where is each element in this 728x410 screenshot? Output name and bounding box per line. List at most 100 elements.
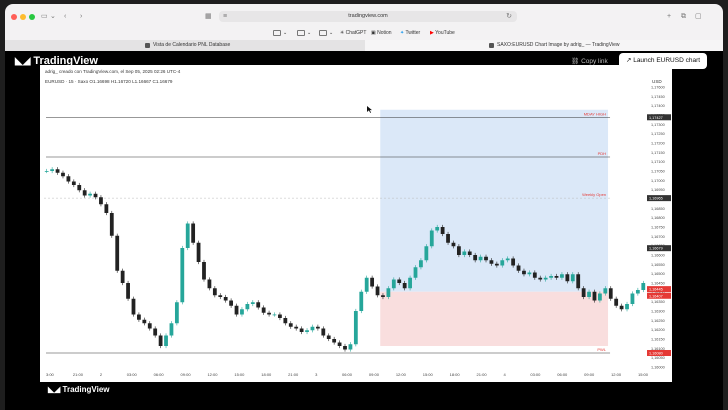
y-tick-label: 1,16500: [651, 272, 665, 276]
candle-body: [375, 286, 380, 296]
candle-body: [505, 258, 510, 261]
chart-image: adrig_ creado con TradingView.com, el Se…: [40, 65, 672, 382]
x-tick-label: 12:00: [207, 372, 218, 377]
grid-icon[interactable]: ▦: [205, 13, 212, 21]
candle-body: [630, 293, 635, 304]
candle-body: [429, 230, 434, 247]
candle-body: [576, 274, 581, 289]
candle-body: [250, 302, 255, 304]
y-tick-label: 1,17050: [651, 170, 665, 174]
candle-body: [82, 190, 87, 196]
y-tick-label: 1,17250: [651, 132, 665, 136]
forward-arrow-icon[interactable]: ›: [80, 13, 82, 21]
maximize-window-button[interactable]: [29, 14, 35, 20]
bookmark-youtube[interactable]: ▶ YouTube: [430, 29, 455, 37]
y-tick-label: 1,16200: [651, 328, 665, 332]
copy-link-button[interactable]: ⛓ Copy link: [571, 57, 608, 65]
candle-body: [532, 272, 537, 278]
y-tick-label: 1,16150: [651, 338, 665, 342]
bookmarks-bar: ⌄ ⌄ ⌄ ✳ ChatGPT ▣ Notion ✦ Twitter ▶ You…: [5, 26, 723, 40]
tradingview-logo-icon: ◣◢: [48, 385, 63, 394]
candle-body: [527, 272, 532, 275]
folder-icon: [319, 29, 327, 36]
candle-body: [641, 283, 646, 290]
y-tick-label: 1,16850: [651, 207, 665, 211]
candle-body: [435, 227, 440, 231]
back-arrow-icon[interactable]: ‹: [64, 13, 66, 21]
candle-body: [77, 185, 82, 191]
x-tick-label: 18:00: [450, 372, 461, 377]
candle-body: [142, 319, 147, 324]
candle-body: [484, 256, 488, 261]
candle-body: [608, 288, 613, 299]
candle-body: [104, 204, 109, 213]
new-tab-icon[interactable]: +: [667, 13, 671, 21]
x-tick-label: 03:00: [530, 372, 541, 377]
candle-body: [625, 304, 629, 310]
candle-body: [554, 276, 559, 278]
candle-body: [467, 251, 472, 255]
tab-tradingview[interactable]: SAXO:EURUSD Chart Image by adrig_ — Trad…: [365, 40, 723, 51]
sidebar-toggle-icon[interactable]: ▭: [41, 13, 48, 21]
price-tag-label: 1,16965: [649, 197, 663, 201]
x-tick-label: 18:00: [261, 372, 272, 377]
candle-body: [614, 298, 619, 306]
y-tick-label: 1,17450: [651, 95, 665, 99]
tab-overview-icon[interactable]: ⧉: [681, 13, 686, 21]
candle-body: [522, 270, 526, 275]
candle-body: [88, 193, 92, 196]
bookmark-folder-1[interactable]: ⌄: [273, 29, 287, 37]
bookmark-notion[interactable]: ▣ Notion: [371, 29, 392, 37]
bookmark-folder-3[interactable]: ⌄: [319, 29, 333, 37]
candle-body: [185, 223, 190, 248]
range-box-blue: [380, 109, 609, 292]
reload-icon[interactable]: ↻: [506, 13, 512, 21]
candle-body: [408, 277, 412, 289]
y-tick-label: 1,16000: [651, 366, 665, 370]
bookmark-chatgpt[interactable]: ✳ ChatGPT: [340, 29, 366, 37]
candle-body: [223, 297, 228, 301]
candle-body: [381, 295, 385, 297]
candle-body: [261, 307, 266, 313]
candle-body: [288, 323, 293, 327]
x-tick-label: 4: [503, 372, 506, 377]
level-label: PDH: [598, 151, 607, 156]
tab-calendar[interactable]: Vista de Calendario PNL Database: [5, 40, 374, 51]
candle-body: [120, 270, 125, 283]
close-window-button[interactable]: [11, 14, 17, 20]
candle-body: [419, 260, 423, 268]
minimize-window-button[interactable]: [20, 14, 26, 20]
chevron-down-icon[interactable]: ⌄: [50, 13, 56, 21]
candle-body: [321, 328, 326, 336]
y-tick-label: 1,17150: [651, 151, 665, 155]
candle-body: [332, 339, 337, 343]
candle-body: [126, 283, 130, 299]
candle-body: [511, 258, 516, 266]
bookmark-folder-2[interactable]: ⌄: [297, 29, 311, 37]
x-tick-label: 09:00: [369, 372, 380, 377]
candle-body: [174, 302, 179, 324]
candle-body: [99, 197, 103, 205]
x-tick-label: 06:00: [557, 372, 568, 377]
candle-body: [202, 262, 206, 280]
candle-body: [619, 305, 624, 310]
y-tick-label: 1,17400: [651, 104, 665, 108]
address-bar[interactable]: ≡ tradingview.com ↻: [219, 11, 517, 22]
x-tick-label: 3:00: [46, 372, 55, 377]
candle-body: [147, 323, 152, 329]
x-tick-label: 21:00: [288, 372, 299, 377]
price-tag-label: 1,16080: [649, 352, 663, 356]
candle-body: [570, 274, 575, 282]
candle-body: [272, 314, 277, 316]
candle-body: [131, 298, 136, 315]
candle-body: [592, 291, 597, 301]
x-tick-label: 15:00: [638, 372, 649, 377]
extensions-icon[interactable]: ▢: [695, 13, 702, 21]
candle-body: [565, 274, 570, 282]
candle-body: [343, 346, 347, 350]
candle-body: [353, 311, 358, 345]
candle-body: [180, 248, 185, 303]
bookmark-twitter[interactable]: ✦ Twitter: [400, 29, 420, 37]
x-tick-label: 06:00: [154, 372, 165, 377]
price-tag-label: 1,16445: [649, 288, 663, 292]
